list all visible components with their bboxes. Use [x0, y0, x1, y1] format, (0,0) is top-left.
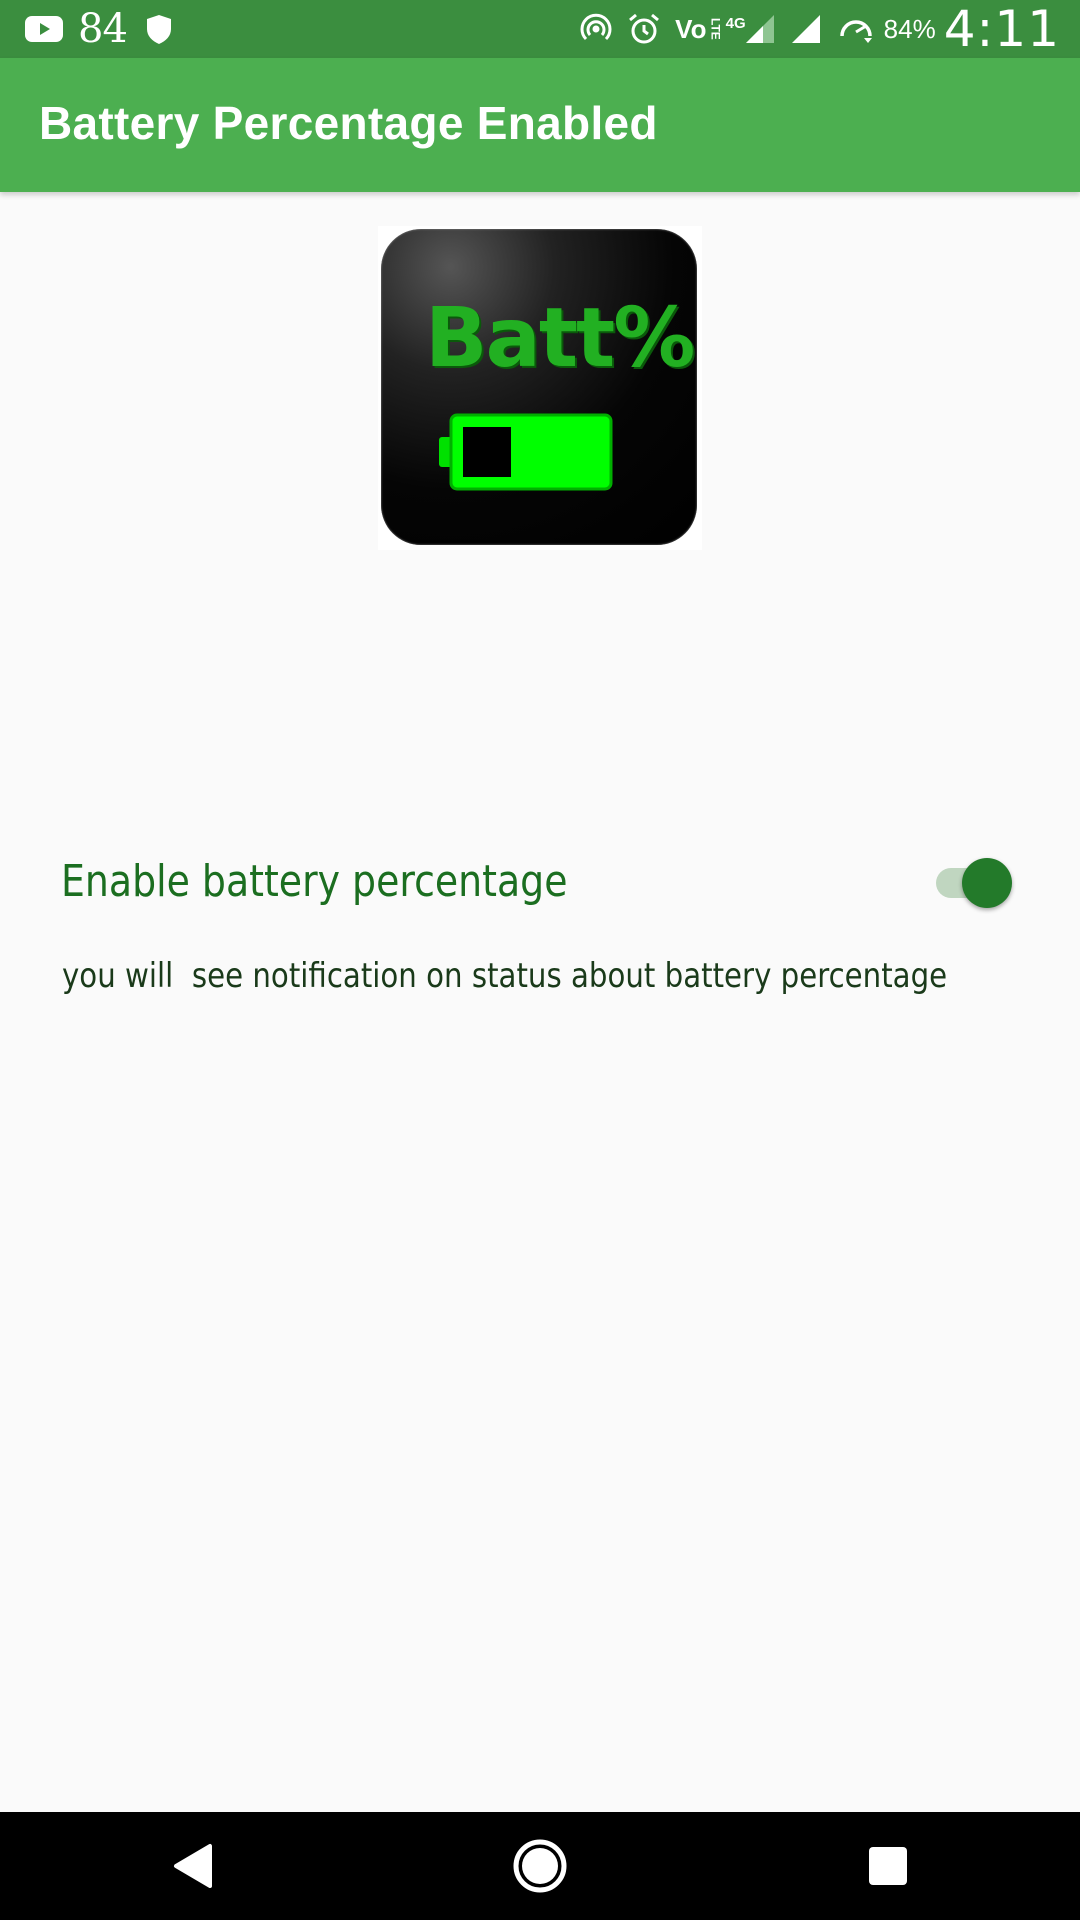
setting-description: you will see notification on status abou…: [62, 956, 948, 996]
data-saver-icon: [836, 12, 876, 46]
signal-icon: [790, 13, 822, 45]
app-logo-text: Batt%: [425, 291, 695, 386]
volte-label: Vo: [675, 14, 707, 44]
notification-count: 84: [78, 6, 128, 52]
setting-title: Enable battery percentage: [61, 856, 568, 907]
status-bar: 84 Vo LTE 4G 84% 4:11: [0, 0, 1080, 58]
status-bar-left: 84: [24, 0, 173, 58]
home-button[interactable]: [470, 1812, 610, 1920]
battery-empty-segment: [463, 427, 511, 477]
signal-icon: [745, 13, 776, 45]
status-bar-right: Vo LTE 4G 84% 4:11: [565, 0, 1060, 58]
page-title: Battery Percentage Enabled: [39, 97, 658, 149]
app-logo: Batt%: [378, 226, 702, 550]
back-icon: [174, 1844, 212, 1888]
enable-battery-percentage-toggle[interactable]: [934, 858, 1014, 908]
battery-icon: [439, 413, 613, 491]
network-type-label: 4G: [725, 15, 746, 32]
youtube-icon: [24, 14, 64, 44]
app-logo-background: Batt%: [381, 229, 697, 545]
recents-icon: [869, 1847, 907, 1885]
home-icon: [513, 1839, 567, 1893]
toggle-thumb: [962, 858, 1012, 908]
app-bar: Battery Percentage Enabled: [0, 58, 1080, 192]
clock-time: 4:11: [943, 0, 1060, 58]
navigation-bar: [0, 1812, 1080, 1920]
shield-icon: [145, 13, 173, 45]
volte-icon: Vo LTE 4G: [675, 16, 746, 42]
alarm-icon: [627, 12, 661, 46]
hotspot-icon: [579, 12, 613, 46]
lte-label: LTE: [708, 18, 723, 40]
back-button[interactable]: [124, 1812, 264, 1920]
battery-percent: 84%: [883, 13, 936, 44]
recents-button[interactable]: [818, 1812, 958, 1920]
